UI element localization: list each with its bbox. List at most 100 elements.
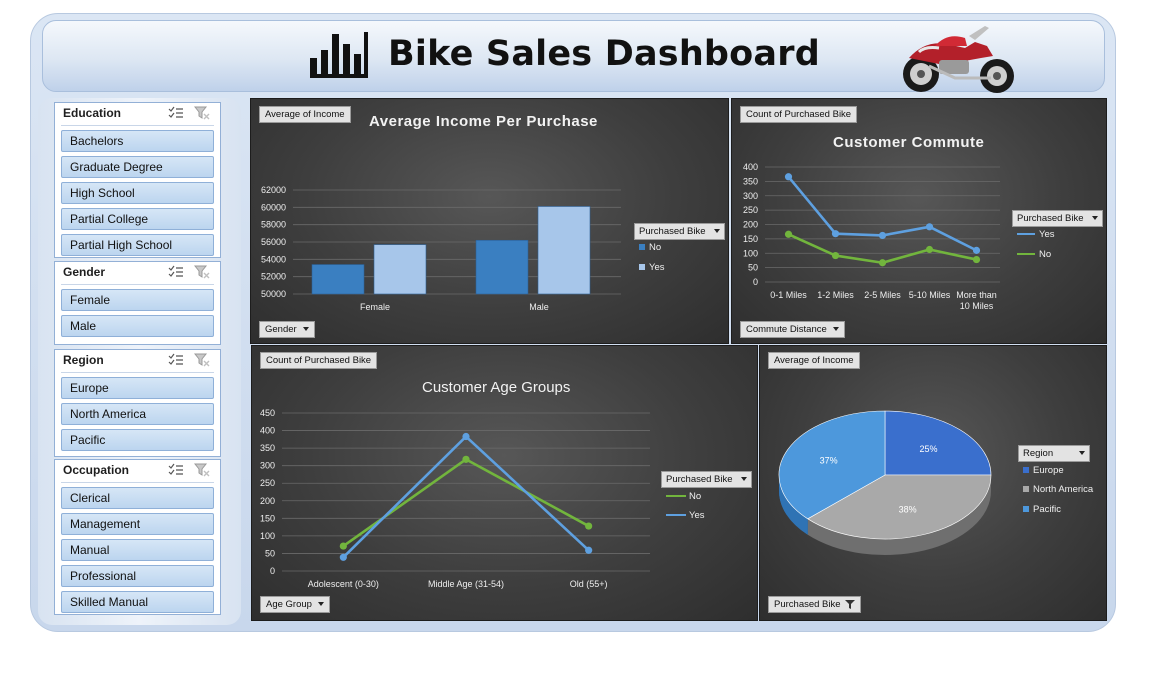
- axis-field-button[interactable]: Gender: [259, 321, 315, 338]
- x-tick-label: Male: [529, 302, 549, 312]
- data-point-no: [831, 251, 840, 260]
- legend-field-button[interactable]: Region: [1018, 445, 1091, 462]
- dropdown-arrow-icon: [1091, 216, 1098, 221]
- y-tick-label: 300: [260, 461, 275, 471]
- y-tick-label: 300: [743, 191, 758, 201]
- y-tick-label: 56000: [261, 237, 286, 247]
- legend-swatch: [666, 495, 686, 498]
- axis-field-button[interactable]: Age Group: [260, 596, 330, 613]
- legend-swatch: [1017, 253, 1035, 256]
- region-pie-chart: 25% 38% 37%: [778, 410, 992, 555]
- legend-swatch: [1023, 486, 1029, 492]
- y-tick-label: 58000: [261, 220, 286, 230]
- data-point-yes: [925, 223, 934, 231]
- y-tick-label: 200: [260, 496, 275, 506]
- y-tick-label: 0: [753, 277, 758, 287]
- y-tick-label: 150: [743, 234, 758, 244]
- data-point-no: [339, 542, 347, 550]
- slicer-item-high-school[interactable]: High School: [61, 182, 214, 204]
- dropdown-arrow-icon: [832, 327, 839, 332]
- slicer-item-female[interactable]: Female: [61, 289, 214, 311]
- legend-field-button[interactable]: Purchased Bike: [661, 471, 752, 488]
- y-tick-label: 250: [260, 478, 275, 488]
- legend-swatch: [1023, 467, 1029, 473]
- data-point-yes: [462, 432, 470, 441]
- slicer-item-clerical[interactable]: Clerical: [61, 487, 214, 509]
- education-slicer-title: Education: [63, 106, 122, 120]
- bar-yes-female: [373, 244, 427, 295]
- y-tick-label: 250: [743, 205, 758, 215]
- legend-item-north-america: North America: [1023, 484, 1093, 495]
- y-tick-label: 50000: [261, 289, 286, 299]
- data-point-no: [462, 455, 470, 463]
- data-point-yes: [831, 230, 840, 238]
- data-point-no: [585, 522, 593, 530]
- data-point-no: [972, 255, 981, 264]
- bar-no-female: [311, 264, 365, 295]
- legend-field-button[interactable]: Purchased Bike: [1012, 210, 1103, 227]
- data-point-yes: [784, 173, 793, 181]
- multi-select-icon[interactable]: [168, 265, 184, 279]
- data-point-no: [784, 230, 793, 238]
- gender-slicer: Gender Female Male: [54, 261, 221, 345]
- x-tick-label: 1-2 Miles: [817, 290, 854, 300]
- slicer-item-professional[interactable]: Professional: [61, 565, 214, 587]
- x-tick-label: 2-5 Miles: [864, 290, 901, 300]
- slicer-item-bachelors[interactable]: Bachelors: [61, 130, 214, 152]
- legend-item-yes: Yes: [639, 262, 665, 273]
- series-line-no: [342, 458, 590, 548]
- multi-select-icon[interactable]: [168, 353, 184, 367]
- slicer-item-europe[interactable]: Europe: [61, 377, 214, 399]
- series-line-yes: [342, 435, 590, 559]
- data-label: 25%: [919, 444, 937, 454]
- filter-icon: [844, 599, 855, 609]
- legend-field-button[interactable]: Purchased Bike: [634, 223, 725, 240]
- x-tick-label: Middle Age (31-54): [428, 579, 504, 589]
- slicer-item-skilled-manual[interactable]: Skilled Manual: [61, 591, 214, 613]
- dropdown-arrow-icon: [302, 327, 309, 332]
- motorcycle-icon: [903, 26, 1014, 93]
- x-tick-label: Female: [360, 302, 390, 312]
- slicer-item-manual[interactable]: Manual: [61, 539, 214, 561]
- legend-item-europe: Europe: [1023, 465, 1064, 476]
- x-tick-label: Adolescent (0-30): [308, 579, 379, 589]
- clear-filter-icon[interactable]: [194, 353, 210, 367]
- y-tick-label: 400: [743, 162, 758, 172]
- y-tick-label: 150: [260, 513, 275, 523]
- gender-slicer-title: Gender: [63, 265, 106, 279]
- dropdown-arrow-icon: [740, 477, 747, 482]
- multi-select-icon[interactable]: [168, 463, 184, 477]
- x-tick-label: Old (55+): [570, 579, 608, 589]
- clear-filter-icon[interactable]: [194, 463, 210, 477]
- data-point-no: [878, 259, 887, 267]
- y-tick-label: 100: [743, 248, 758, 258]
- clear-filter-icon[interactable]: [194, 106, 210, 120]
- y-tick-label: 52000: [261, 272, 286, 282]
- slicer-item-north-america[interactable]: North America: [61, 403, 214, 425]
- slicer-item-male[interactable]: Male: [61, 315, 214, 337]
- legend-swatch: [1023, 506, 1029, 512]
- slicer-item-pacific[interactable]: Pacific: [61, 429, 214, 451]
- slicer-item-partial-high-school[interactable]: Partial High School: [61, 234, 214, 256]
- data-point-yes: [972, 246, 981, 254]
- legend-item-no: No: [666, 491, 701, 502]
- x-tick-label: More than 10 Miles: [956, 290, 997, 311]
- region-chart-panel: Average of Income 25% 38% 37% Region Europ…: [759, 345, 1107, 621]
- y-tick-label: 0: [270, 566, 275, 576]
- dropdown-arrow-icon: [1079, 451, 1086, 456]
- y-tick-label: 350: [260, 443, 275, 453]
- axis-field-button[interactable]: Commute Distance: [740, 321, 845, 338]
- data-point-no: [925, 245, 934, 254]
- occupation-slicer-title: Occupation: [63, 463, 130, 477]
- occupation-slicer: Occupation Clerical Management Manual Pr…: [54, 459, 221, 615]
- series-line-yes: [787, 175, 978, 252]
- legend-item-no: No: [1017, 249, 1051, 260]
- income-chart-panel: Average of Income Average Income Per Pur…: [250, 98, 729, 344]
- slicer-item-graduate-degree[interactable]: Graduate Degree: [61, 156, 214, 178]
- filter-field-button[interactable]: Purchased Bike: [768, 596, 861, 613]
- slicer-item-management[interactable]: Management: [61, 513, 214, 535]
- slicer-item-partial-college[interactable]: Partial College: [61, 208, 214, 230]
- multi-select-icon[interactable]: [168, 106, 184, 120]
- clear-filter-icon[interactable]: [194, 265, 210, 279]
- bar-chart-icon: [310, 32, 368, 78]
